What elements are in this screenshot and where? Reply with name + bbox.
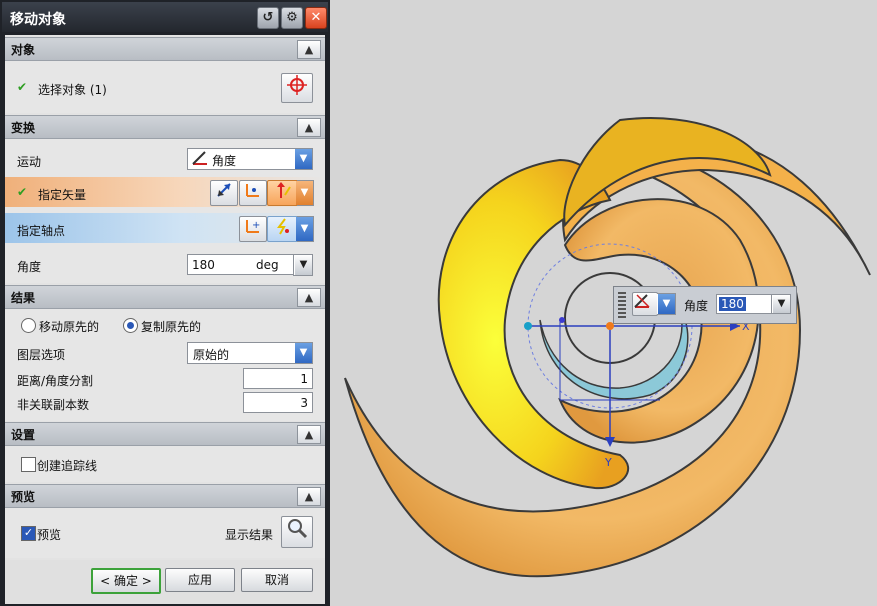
show-result-label: 显示结果 [225,528,274,542]
move-original-radio[interactable] [21,318,36,333]
preview-label[interactable]: 预览 [37,526,61,543]
reset-icon[interactable]: ↺ [257,7,279,29]
svg-text:+: + [252,220,260,231]
collapse-result-icon[interactable]: ▲ [297,288,321,307]
drag-handle-icon[interactable] [618,292,626,318]
specify-vector-label: 指定矢量 [38,188,87,202]
move-object-dialog: 移动对象 ↺ ⚙ ✕ 对象 ▲ ✔ 选择对象 (1) 变换 ▲ 运动 角度 ▼ … [0,0,330,606]
angle-motion-icon [192,151,208,169]
angle-label: 角度 [17,260,42,274]
chevron-down-icon: ▼ [296,181,313,205]
chevron-down-icon: ▼ [658,294,675,314]
inferred-point-icon[interactable] [267,216,299,242]
specify-pivot-row[interactable]: 指定轴点 + ▼ [5,213,325,243]
float-angle-options-button[interactable]: ▼ [771,294,791,314]
collapse-preview-icon[interactable]: ▲ [297,487,321,506]
collapse-object-icon[interactable]: ▲ [297,40,321,59]
section-transform-title: 变换 [11,121,36,135]
arrow-down-icon: ▼ [773,295,790,313]
ok-button[interactable]: < 确定 > [91,568,161,594]
gear-icon[interactable]: ⚙ [281,7,303,29]
chevron-down-icon: ▼ [295,343,312,363]
float-angle-value: 180 [719,297,746,311]
section-settings-title: 设置 [11,428,36,442]
section-object-header[interactable]: 对象 ▲ [5,37,325,61]
motion-dropdown-arrow[interactable]: ▼ [657,293,676,315]
collapse-transform-icon[interactable]: ▲ [297,118,321,137]
point-type-dropdown[interactable]: ▼ [296,216,314,242]
floating-angle-toolbar: ▼ 角度 180 ▼ [613,286,797,324]
float-angle-label: 角度 [684,299,709,313]
copy-original-label[interactable]: 复制原先的 [141,318,201,335]
copies-value: 3 [300,396,308,410]
copies-input[interactable]: 3 [243,392,313,413]
section-transform-header[interactable]: 变换 ▲ [5,115,325,139]
create-trace-checkbox[interactable] [21,457,36,472]
specify-pivot-label: 指定轴点 [17,224,66,238]
section-preview-title: 预览 [11,490,36,504]
angle-value: 180 [192,258,215,272]
point-dialog-icon[interactable]: + [239,216,267,242]
select-object-label[interactable]: 选择对象 (1) [38,81,107,98]
motion-label: 运动 [17,155,42,169]
dialog-footer: < 确定 > 应用 取消 [5,560,325,604]
apply-button[interactable]: 应用 [165,568,235,592]
collapse-settings-icon[interactable]: ▲ [297,425,321,444]
create-trace-label[interactable]: 创建追踪线 [37,457,97,474]
layer-option-label: 图层选项 [17,348,66,362]
reverse-direction-icon[interactable] [210,180,238,206]
float-angle-input[interactable]: 180 [716,294,774,314]
dialog-title: 移动对象 [10,12,66,28]
arrow-down-icon: ▼ [295,255,312,275]
angle-motion-icon[interactable] [632,292,658,316]
select-object-crosshair-icon[interactable] [281,73,313,103]
check-icon: ✔ [17,80,28,94]
close-icon[interactable]: ✕ [305,7,327,29]
chevron-down-icon: ▼ [295,149,312,169]
vector-type-dropdown[interactable]: ▼ [296,180,314,206]
distance-split-value: 1 [300,372,308,386]
inferred-vector-icon[interactable] [267,180,299,206]
angle-options-button[interactable]: ▼ [293,254,313,276]
axis-y-label: Y [604,456,612,469]
motion-value: 角度 [212,154,237,168]
magnifier-icon[interactable] [281,516,313,548]
chevron-down-icon: ▼ [296,217,313,241]
section-settings-body: 创建追踪线 [5,446,325,482]
angle-input[interactable]: 180 deg [187,254,295,275]
section-settings-header[interactable]: 设置 ▲ [5,422,325,446]
motion-select[interactable]: 角度 ▼ [187,148,313,170]
section-result-body: 移动原先的 复制原先的 图层选项 原始的 ▼ 距离/角度分割 1 非关联副本数 … [5,309,325,421]
cancel-button[interactable]: 取消 [241,568,313,592]
copy-original-radio[interactable] [123,318,138,333]
dialog-titlebar[interactable]: 移动对象 ↺ ⚙ ✕ [2,2,328,32]
check-icon: ✔ [17,185,28,199]
move-original-label[interactable]: 移动原先的 [39,318,99,335]
section-preview-body: ✓ 预览 显示结果 [5,508,325,558]
dialog-body: 对象 ▲ ✔ 选择对象 (1) 变换 ▲ 运动 角度 ▼ ✔ 指定矢量 ▼ 指定… [5,35,325,604]
layer-option-value: 原始的 [193,348,230,362]
section-object-title: 对象 [11,43,36,57]
section-result-header[interactable]: 结果 ▲ [5,285,325,309]
preview-checkbox[interactable]: ✓ [21,526,36,541]
distance-split-label: 距离/角度分割 [17,374,94,388]
section-result-title: 结果 [11,291,36,305]
section-object-body: ✔ 选择对象 (1) [5,61,325,113]
copies-label: 非关联副本数 [17,398,90,412]
specify-vector-row[interactable]: ✔ 指定矢量 ▼ [5,177,325,207]
distance-split-input[interactable]: 1 [243,368,313,389]
vector-dialog-icon[interactable] [239,180,267,206]
angle-unit: deg [256,258,279,272]
layer-option-select[interactable]: 原始的 ▼ [187,342,313,364]
section-preview-header[interactable]: 预览 ▲ [5,484,325,508]
section-transform-body: 运动 角度 ▼ ✔ 指定矢量 ▼ 指定轴点 + ▼ 角度 180 deg ▼ [5,139,325,283]
